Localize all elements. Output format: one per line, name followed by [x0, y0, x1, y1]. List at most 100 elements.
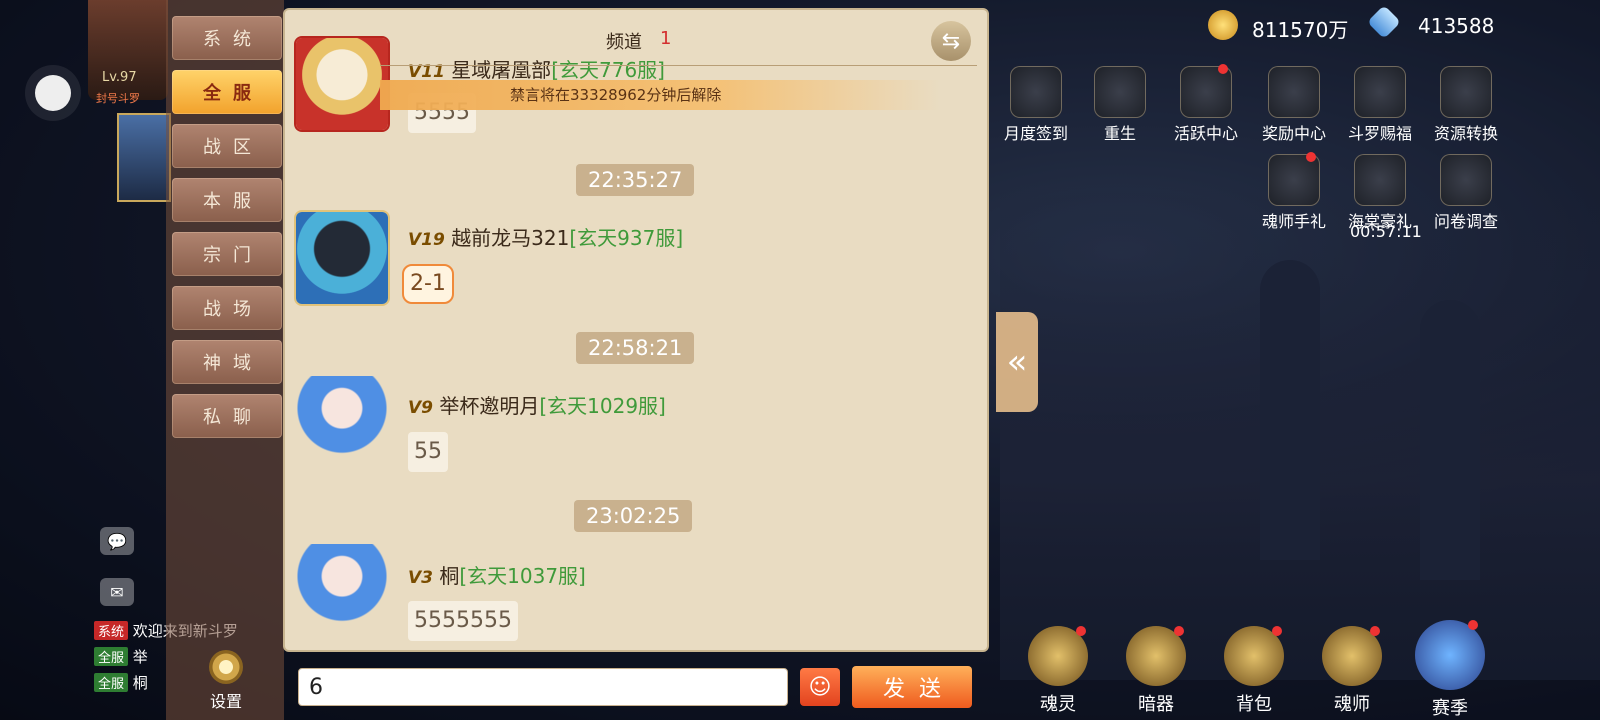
menu-label: 活跃中心 — [1173, 124, 1238, 143]
bottom-season[interactable]: 赛季 — [1410, 620, 1490, 720]
switch-channel-button[interactable]: ⇆ — [931, 21, 971, 61]
notification-dot — [1272, 626, 1282, 636]
menu-label: 资源转换 — [1433, 124, 1498, 143]
sender-server: [玄天937服] — [569, 226, 684, 250]
tab-private-chat[interactable]: 私聊 — [172, 394, 282, 438]
menu-label: 月度签到 — [1003, 124, 1068, 143]
sender-name[interactable]: 桐 — [439, 564, 459, 588]
menu-rebirth[interactable]: 重生 — [1084, 66, 1156, 144]
bottom-soul-spirit[interactable]: 魂灵 — [1018, 626, 1098, 716]
send-button[interactable]: 发送 — [852, 666, 972, 708]
vip-badge: V9 — [408, 398, 433, 418]
player-level: Lv.97 — [102, 70, 137, 85]
menu-label: 重生 — [1103, 124, 1136, 143]
gold-coin-icon — [1208, 10, 1238, 40]
avatar[interactable] — [296, 212, 388, 304]
bottom-soul-master[interactable]: 魂师 — [1312, 626, 1392, 716]
menu-label: 魂灵 — [1040, 694, 1076, 715]
chat-tag: 全服 — [94, 647, 129, 666]
swap-arrows-icon: ⇆ — [941, 28, 961, 54]
notification-dot — [1218, 64, 1228, 74]
message-bubble: 2-1 — [402, 264, 454, 304]
chevron-left-icon: « — [1006, 342, 1028, 382]
chat-bubble-icon[interactable]: 💬 — [100, 527, 134, 555]
sender-name[interactable]: 星域屠凰部 — [451, 58, 551, 82]
flame-icon — [1094, 66, 1146, 118]
player-title-badge: 封号斗罗 — [96, 92, 140, 105]
menu-label: 斗罗赐福 — [1347, 124, 1412, 143]
survey-icon — [1440, 154, 1492, 206]
left-chat-line: 全服 桐 — [94, 672, 148, 693]
tab-battlefield[interactable]: 战场 — [172, 286, 282, 330]
smiley-icon: ☺ — [808, 674, 832, 700]
chat-tag: 系统 — [94, 621, 129, 640]
notification-dot — [1076, 626, 1086, 636]
menu-activity-center[interactable]: 活跃中心 — [1170, 64, 1242, 144]
vip-badge: V3 — [408, 568, 433, 588]
menu-monthly-signin[interactable]: 月度签到 — [1000, 66, 1072, 144]
menu-reward-center[interactable]: 奖励中心 — [1258, 66, 1330, 144]
message-sender: V19 越前龙马321[玄天937服] — [408, 222, 683, 251]
crown-icon — [1268, 66, 1320, 118]
menu-label: 背包 — [1236, 694, 1272, 715]
tab-system[interactable]: 系统 — [172, 16, 282, 60]
message-bubble: 5555555 — [408, 601, 518, 641]
mail-icon[interactable]: ✉ — [100, 578, 134, 606]
menu-label: 暗器 — [1138, 694, 1174, 715]
sender-name[interactable]: 举杯邀明月 — [439, 394, 539, 418]
chat-text: 桐 — [132, 674, 148, 692]
event-card[interactable] — [117, 113, 171, 202]
menu-label: 魂师手礼 — [1261, 212, 1326, 231]
message-sender: V3 桐[玄天1037服] — [408, 560, 586, 589]
settings-button[interactable]: 设置 — [198, 650, 254, 716]
gift-countdown: 00:57:11 — [1350, 222, 1422, 241]
menu-label: 魂师 — [1334, 694, 1370, 715]
mute-notice: 禁言将在33328962分钟后解除 — [380, 80, 940, 110]
channel-number[interactable]: 1 — [660, 28, 671, 49]
tab-war-zone[interactable]: 战区 — [172, 124, 282, 168]
avatar[interactable] — [296, 544, 388, 636]
avatar[interactable] — [296, 376, 388, 468]
menu-douluo-blessing[interactable]: 斗罗赐福 — [1344, 66, 1416, 144]
bottom-backpack[interactable]: 背包 — [1214, 626, 1294, 716]
menu-label: 问卷调查 — [1433, 212, 1498, 231]
message-timestamp: 22:58:21 — [576, 332, 695, 364]
sender-server: [玄天1037服] — [459, 564, 586, 588]
tab-divine-domain[interactable]: 神域 — [172, 340, 282, 384]
sender-server: [玄天776服] — [551, 58, 665, 82]
diamond-amount: 413588 — [1418, 14, 1495, 38]
notification-dot — [1370, 626, 1380, 636]
tab-all-server[interactable]: 全服 — [172, 70, 282, 114]
notification-dot — [1174, 626, 1184, 636]
gear-icon — [209, 650, 243, 684]
vip-badge: V19 — [408, 230, 445, 250]
sender-name[interactable]: 越前龙马321 — [451, 226, 569, 250]
emoji-button[interactable]: ☺ — [800, 668, 840, 706]
menu-label: 奖励中心 — [1261, 124, 1326, 143]
message-sender: V11 星域屠凰部[玄天776服] — [408, 54, 665, 83]
chat-tag: 全服 — [94, 673, 129, 692]
menu-resource-convert[interactable]: 资源转换 — [1430, 66, 1502, 144]
chat-input[interactable]: 6 — [298, 668, 788, 706]
menu-haitang-gift[interactable]: 海棠豪礼 — [1344, 154, 1416, 232]
calendar-check-icon — [1010, 66, 1062, 118]
avatar[interactable] — [296, 38, 388, 130]
menu-soul-master-gift[interactable]: 魂师手礼 — [1258, 152, 1330, 232]
background-tower — [1260, 260, 1320, 560]
season-icon — [1415, 620, 1485, 690]
collapse-panel-handle[interactable]: « — [996, 312, 1038, 412]
menu-survey[interactable]: 问卷调查 — [1430, 154, 1502, 232]
cards-icon — [1354, 66, 1406, 118]
bottom-hidden-weapon[interactable]: 暗器 — [1116, 626, 1196, 716]
tab-sect[interactable]: 宗门 — [172, 232, 282, 276]
player-avatar[interactable] — [88, 0, 168, 100]
sender-server: [玄天1029服] — [539, 394, 666, 418]
channel-label: 频道 — [606, 32, 642, 53]
character-icon — [1354, 154, 1406, 206]
menu-label: 赛季 — [1432, 698, 1468, 719]
message-bubble: 55 — [408, 432, 448, 472]
floating-assist-button[interactable] — [35, 75, 71, 111]
tab-this-server[interactable]: 本服 — [172, 178, 282, 222]
gold-amount: 811570万 — [1252, 18, 1349, 42]
background-tower — [1420, 300, 1480, 580]
